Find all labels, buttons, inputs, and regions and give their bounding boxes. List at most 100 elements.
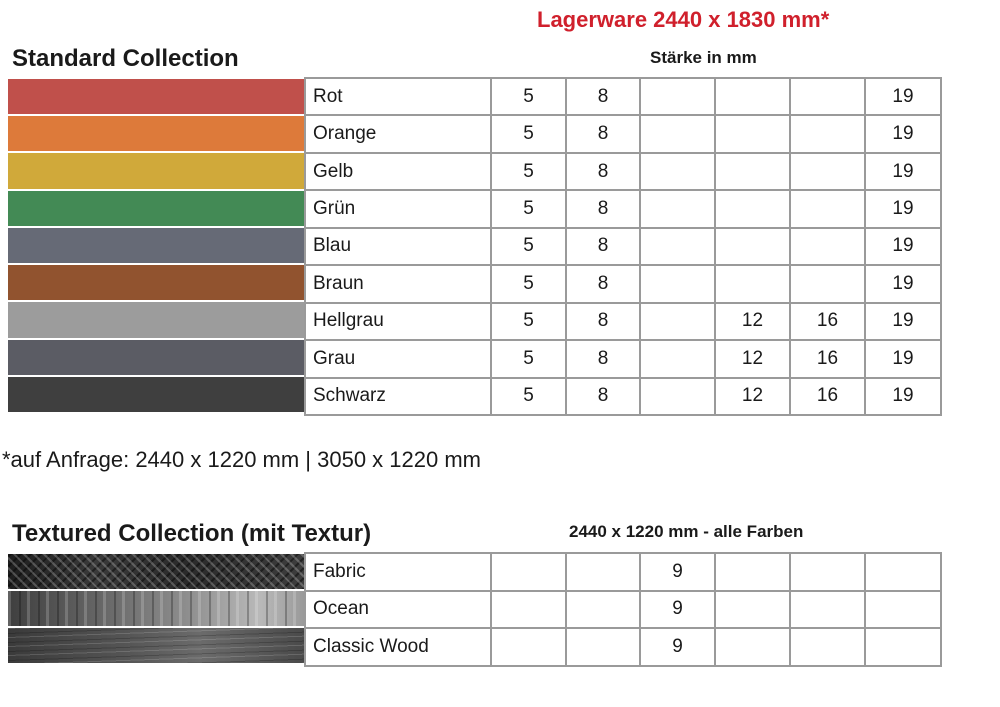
thickness-cell: 5 [492,79,567,117]
thickness-cell [716,116,791,154]
thickness-cell [567,629,641,667]
color-swatch-blau [8,227,304,266]
thickness-cell [492,591,567,630]
on-request-note: *auf Anfrage: 2440 x 1220 mm | 3050 x 12… [2,447,482,472]
color-swatch-schwarz [8,376,304,414]
thickness-cell: 8 [567,378,641,416]
row-name-gr-n: Grün [306,191,492,229]
thickness-cell: 12 [716,341,791,379]
textured-swatches [8,554,304,665]
thickness-cell [492,554,567,592]
color-swatch-rot [8,79,304,117]
row-name-fabric: Fabric [306,554,492,592]
thickness-cell: 19 [866,228,942,267]
thickness-cell: 8 [567,303,641,342]
textured-table: Fabric 9 Ocean 9 Classic Wood 9 [304,552,942,667]
row-name-grau: Grau [306,341,492,379]
texture-swatch-ocean [8,591,304,628]
thickness-cell [791,191,866,229]
thickness-cell [716,591,791,630]
thickness-cell [716,153,791,192]
thickness-cell: 8 [567,191,641,229]
thickness-cell [641,191,716,229]
thickness-cell: 16 [791,303,866,342]
thickness-cell: 19 [866,303,942,342]
thickness-cell: 5 [492,228,567,267]
textured-size-label: 2440 x 1220 mm - alle Farben [569,522,804,541]
thickness-cell: 8 [567,228,641,267]
thickness-cell [641,79,716,117]
thickness-cell [791,116,866,154]
thickness-cell [791,153,866,192]
row-name-braun: Braun [306,266,492,304]
thickness-cell [791,79,866,117]
thickness-cell [716,629,791,667]
thickness-cell: 5 [492,341,567,379]
color-swatch-braun [8,265,304,303]
thickness-cell [791,228,866,267]
thickness-cell: 9 [641,591,716,630]
thickness-cell [866,591,942,630]
thickness-cell: 12 [716,378,791,416]
thickness-cell: 8 [567,266,641,304]
standard-table: Rot 5 8 19 Orange 5 8 19 Gelb 5 8 19 Grün 5 8 19 Blau 5 8 1… [304,77,942,416]
thickness-cell [716,266,791,304]
row-name-rot: Rot [306,79,492,117]
color-swatch-gelb [8,153,304,191]
thickness-cell [716,79,791,117]
thickness-cell: 8 [567,153,641,192]
row-name-orange: Orange [306,116,492,154]
thickness-cell [641,378,716,416]
texture-swatch-fabric [8,554,304,591]
texture-swatch-classic-wood [8,628,304,665]
standard-collection-title: Standard Collection [12,45,239,72]
thickness-cell [641,116,716,154]
thickness-cell: 5 [492,116,567,154]
row-name-schwarz: Schwarz [306,378,492,416]
stock-title: Lagerware 2440 x 1830 mm* [537,7,830,32]
thickness-cell: 19 [866,79,942,117]
thickness-cell [641,266,716,304]
thickness-cell: 16 [791,378,866,416]
textured-collection-title: Textured Collection (mit Textur) [12,520,372,547]
thickness-cell: 8 [567,116,641,154]
thickness-cell: 12 [716,303,791,342]
thickness-cell [641,228,716,267]
thickness-cell [567,554,641,592]
thickness-cell: 19 [866,341,942,379]
thickness-cell [567,591,641,630]
thickness-cell: 16 [791,341,866,379]
thickness-cell [641,341,716,379]
thickness-cell: 5 [492,378,567,416]
thickness-cell [492,629,567,667]
row-name-ocean: Ocean [306,591,492,630]
row-name-blau: Blau [306,228,492,267]
thickness-cell: 5 [492,191,567,229]
thickness-cell: 5 [492,153,567,192]
thickness-cell [716,228,791,267]
thickness-cell: 19 [866,266,942,304]
color-swatch-hellgrau [8,302,304,340]
thickness-cell [791,266,866,304]
row-name-classic-wood: Classic Wood [306,629,492,667]
thickness-cell [791,629,866,667]
thickness-cell: 9 [641,554,716,592]
color-swatch-orange [8,116,304,154]
thickness-cell: 8 [567,341,641,379]
thickness-cell [866,629,942,667]
standard-swatches [8,79,304,414]
thickness-cell: 9 [641,629,716,667]
thickness-cell: 8 [567,79,641,117]
thickness-cell [641,153,716,192]
thickness-cell [866,554,942,592]
thickness-cell: 19 [866,191,942,229]
thickness-cell: 19 [866,153,942,192]
thickness-cell [791,554,866,592]
thickness-label: Stärke in mm [650,48,757,67]
thickness-cell: 5 [492,303,567,342]
thickness-cell [641,303,716,342]
thickness-cell: 5 [492,266,567,304]
thickness-cell: 19 [866,378,942,416]
thickness-cell [716,191,791,229]
thickness-cell [791,591,866,630]
